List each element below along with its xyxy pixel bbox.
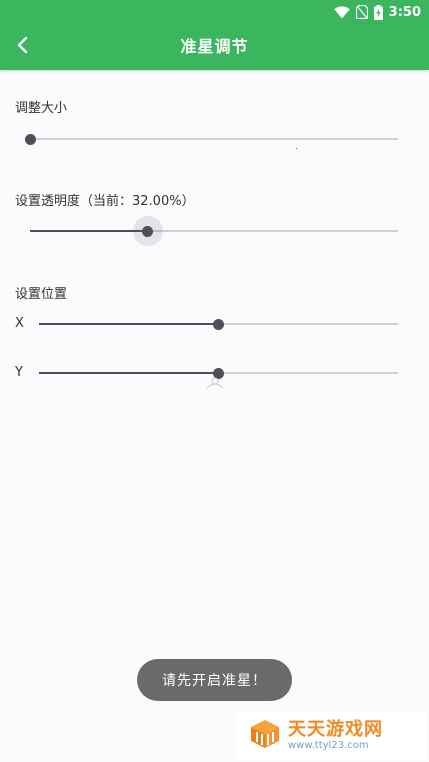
battery-charging-icon bbox=[373, 4, 383, 20]
y-axis-label: Y bbox=[15, 365, 23, 380]
size-slider-thumb[interactable] bbox=[24, 134, 36, 145]
app-bar: 准星调节 bbox=[0, 24, 429, 70]
watermark-logo-icon bbox=[248, 717, 282, 755]
no-sim-icon bbox=[355, 5, 368, 19]
x-slider-fill bbox=[39, 323, 219, 325]
watermark-url: www.ttyl23.com bbox=[288, 740, 369, 751]
page-title: 准星调节 bbox=[180, 37, 249, 56]
size-slider-track bbox=[30, 138, 398, 140]
dot-mark bbox=[296, 148, 297, 149]
opacity-slider-fill bbox=[30, 230, 148, 232]
size-slider[interactable] bbox=[24, 127, 398, 151]
watermark-title: 天天游戏网 bbox=[288, 719, 383, 740]
opacity-slider[interactable] bbox=[30, 216, 398, 246]
y-slider-fill bbox=[39, 372, 219, 374]
back-button[interactable] bbox=[8, 32, 38, 62]
crosshair-preview-icon bbox=[204, 374, 226, 390]
status-bar: 3:50 bbox=[0, 0, 429, 24]
chevron-left-icon bbox=[16, 36, 30, 58]
status-time: 3:50 bbox=[388, 4, 421, 20]
toast-message: 请先开启准星！ bbox=[137, 659, 292, 701]
x-position-slider[interactable] bbox=[39, 312, 398, 336]
wifi-icon bbox=[333, 5, 350, 19]
x-axis-label: X bbox=[15, 316, 24, 331]
x-slider-thumb[interactable] bbox=[213, 319, 224, 330]
size-label: 调整大小 bbox=[15, 101, 68, 116]
position-label: 设置位置 bbox=[15, 287, 68, 302]
watermark: 天天游戏网 www.ttyl23.com bbox=[236, 712, 426, 760]
opacity-label: 设置透明度（当前：32.00%） bbox=[15, 194, 195, 209]
